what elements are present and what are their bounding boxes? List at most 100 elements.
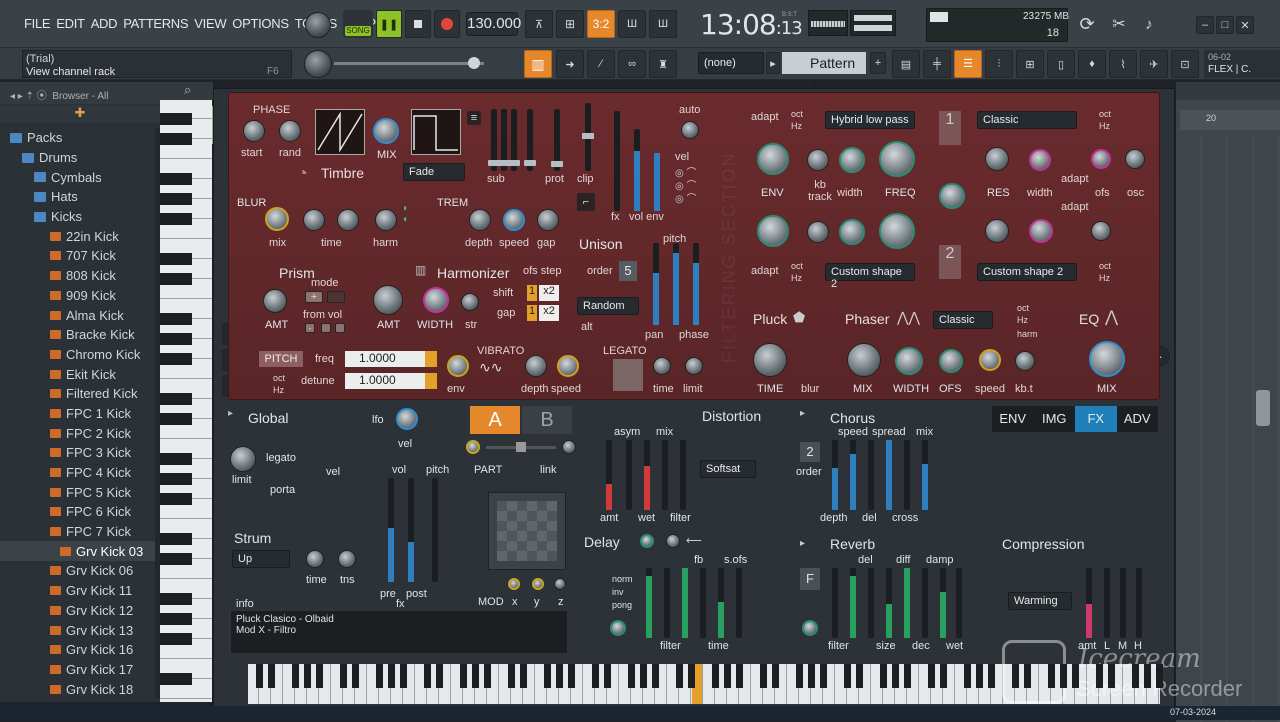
tempo-display[interactable]: 130.000 xyxy=(466,12,521,36)
phaser-type-select[interactable]: Classic xyxy=(933,311,993,329)
trem-depth-knob[interactable] xyxy=(469,209,491,231)
keyboard-black-key[interactable] xyxy=(892,664,899,688)
browser-item[interactable]: Grv Kick 17 xyxy=(0,660,155,680)
menu-item[interactable]: EDIT xyxy=(56,16,85,31)
browser-item[interactable]: 707 Kick xyxy=(0,246,155,266)
microphone-icon[interactable]: ♪ xyxy=(1136,10,1162,38)
menu-item[interactable]: FILE xyxy=(24,16,51,31)
playlist-view-icon[interactable]: ▤ xyxy=(892,50,920,78)
delay-fader-3[interactable] xyxy=(682,568,688,638)
keyboard-black-key[interactable] xyxy=(772,664,779,688)
keyboard-black-key[interactable] xyxy=(676,664,683,688)
blur-time2-knob[interactable] xyxy=(337,209,359,231)
keyboard-black-key[interactable] xyxy=(760,664,767,688)
delay-fader-5[interactable] xyxy=(718,568,724,638)
browser-item[interactable]: Bracke Kick xyxy=(0,325,155,345)
mixer-icon[interactable]: ⫶ xyxy=(985,50,1013,78)
mod-z-knob[interactable] xyxy=(554,578,566,590)
phaser-width-knob[interactable] xyxy=(895,347,923,375)
step-edit-icon[interactable]: Ш xyxy=(649,10,677,38)
tools-icon[interactable]: ✂ xyxy=(1105,10,1133,38)
black-key[interactable] xyxy=(160,253,192,265)
waveform-b-display[interactable] xyxy=(411,109,461,155)
dist-filter-fader[interactable] xyxy=(662,440,668,510)
master-volume-knob[interactable] xyxy=(305,12,331,38)
mixer-scrollbar[interactable] xyxy=(1256,390,1270,426)
global-limit-knob[interactable] xyxy=(230,446,256,472)
black-key[interactable] xyxy=(160,453,192,465)
filter2-kb-knob[interactable] xyxy=(807,221,829,243)
keyboard-black-key[interactable] xyxy=(1096,664,1103,688)
tab-env[interactable]: ENV xyxy=(992,406,1034,432)
filter3-width-knob[interactable] xyxy=(1029,149,1051,171)
snap-button[interactable]: 3:2 xyxy=(587,10,615,38)
black-key[interactable] xyxy=(160,213,192,225)
filter2-width-knob[interactable] xyxy=(839,219,865,245)
browser-item[interactable]: Filtered Kick xyxy=(0,384,155,404)
keyboard-black-key[interactable] xyxy=(484,664,491,688)
filter1-select[interactable]: 1 xyxy=(939,111,961,145)
pluck-time-knob[interactable] xyxy=(753,343,787,377)
vol-fader[interactable] xyxy=(634,129,640,211)
keyboard-black-key[interactable] xyxy=(376,664,383,688)
browser-item[interactable]: 808 Kick xyxy=(0,266,155,286)
unison-mode-select[interactable]: Random xyxy=(577,297,639,315)
filter1-type-select[interactable]: Hybrid low pass xyxy=(825,111,915,129)
pat-song-toggle[interactable]: SONG xyxy=(343,10,373,38)
keyboard-black-key[interactable] xyxy=(256,664,263,688)
reverb-expand-icon[interactable]: ▸ xyxy=(800,538,805,549)
keyboard-black-key[interactable] xyxy=(1012,664,1019,688)
keyboard-black-key[interactable] xyxy=(388,664,395,688)
filter4-ofs-knob[interactable] xyxy=(1091,221,1111,241)
compression-type-select[interactable]: Warming xyxy=(1008,592,1072,610)
playlist-icon[interactable]: ▥ xyxy=(524,50,552,78)
keyboard-black-key[interactable] xyxy=(472,664,479,688)
phaser-mix-knob[interactable] xyxy=(847,343,881,377)
vibrato-speed-knob[interactable] xyxy=(557,355,579,377)
browser-item[interactable]: FPC 7 Kick xyxy=(0,522,155,542)
harm-amt-knob[interactable] xyxy=(373,285,403,315)
trem-speed-knob[interactable] xyxy=(503,209,525,231)
minimize-icon[interactable]: – xyxy=(1196,16,1214,34)
browser-item[interactable]: FPC 4 Kick xyxy=(0,463,155,483)
timbre-menu-icon[interactable]: ≡ xyxy=(467,111,481,125)
browser-item[interactable]: 22in Kick xyxy=(0,226,155,246)
comp-m-fader[interactable] xyxy=(1120,568,1126,638)
browser-item[interactable]: Grv Kick 13 xyxy=(0,620,155,640)
keyboard-black-key[interactable] xyxy=(736,664,743,688)
filter4-type-select[interactable]: Custom shape 2 xyxy=(977,263,1077,281)
arrow-right-icon[interactable]: ➜ xyxy=(556,50,584,78)
news-panel[interactable]: 06-02 FLEX | C. xyxy=(1204,50,1280,78)
tab-fx[interactable]: FX xyxy=(1075,406,1117,432)
browser-item[interactable]: Grv Kick 11 xyxy=(0,581,155,601)
filter-balance-knob[interactable] xyxy=(939,183,965,209)
black-key[interactable] xyxy=(160,333,192,345)
pattern-selector[interactable]: Pattern 1 xyxy=(782,52,866,93)
part-b-tab[interactable]: B xyxy=(522,406,572,434)
browser-item[interactable]: FPC 3 Kick xyxy=(0,443,155,463)
stop-button[interactable] xyxy=(405,10,431,38)
reverb-f-button[interactable]: F xyxy=(800,568,820,590)
mix-knob[interactable] xyxy=(373,118,399,144)
tab-adv[interactable]: ADV xyxy=(1117,406,1159,432)
piano-roll-keys[interactable] xyxy=(160,100,212,702)
keyboard-black-key[interactable] xyxy=(724,664,731,688)
shift-mult[interactable]: x2 xyxy=(539,285,559,301)
reverb-fader-3[interactable] xyxy=(868,568,874,638)
unison-pan-fader[interactable] xyxy=(653,243,659,325)
keyboard-black-key[interactable] xyxy=(796,664,803,688)
keyboard-black-key[interactable] xyxy=(1156,664,1163,688)
keyboard-black-key[interactable] xyxy=(808,664,815,688)
delay-filter-knob[interactable] xyxy=(610,620,626,636)
keyboard-black-key[interactable] xyxy=(628,664,635,688)
phaser-speed-knob[interactable] xyxy=(979,349,1001,371)
filter2-env-knob[interactable] xyxy=(757,215,789,247)
keyboard-black-key[interactable] xyxy=(940,664,947,688)
browser-item[interactable]: Grv Kick 16 xyxy=(0,640,155,660)
black-key[interactable] xyxy=(160,673,192,685)
browser-search-bar[interactable]: ✚ xyxy=(0,105,160,123)
eq-mix-knob[interactable] xyxy=(1089,341,1125,377)
env-fader[interactable] xyxy=(654,153,660,211)
shift-value[interactable]: 1 xyxy=(527,285,537,301)
dist-asym-fader[interactable] xyxy=(626,440,632,510)
